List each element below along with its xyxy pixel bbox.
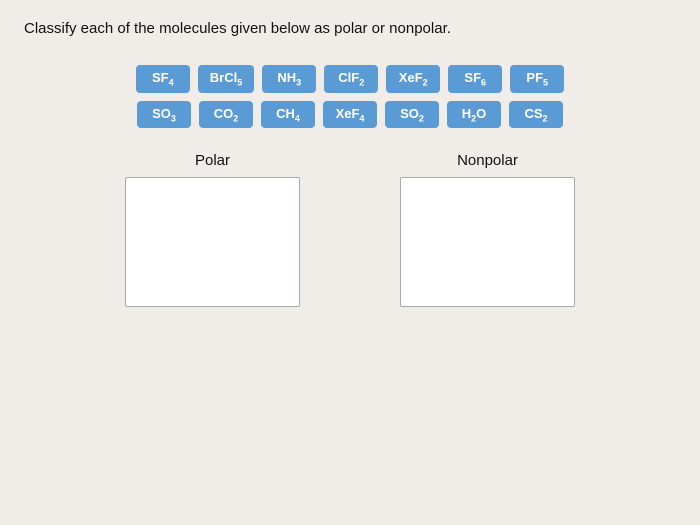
molecule-row-1: SF4 BrCl5 NH3 ClF2 XeF2 SF6 PF5 — [136, 65, 564, 93]
drop-zones-container: Polar Nonpolar — [24, 152, 676, 307]
chip-h2o[interactable]: H2O — [447, 101, 501, 129]
chip-nh3[interactable]: NH3 — [262, 65, 316, 93]
chip-co2[interactable]: CO2 — [199, 101, 253, 129]
instruction-text: Classify each of the molecules given bel… — [24, 20, 676, 37]
chip-so3[interactable]: SO3 — [137, 101, 191, 129]
chip-brcl5[interactable]: BrCl5 — [198, 65, 254, 93]
chip-pf5[interactable]: PF5 — [510, 65, 564, 93]
polar-drop-zone[interactable] — [125, 177, 300, 307]
nonpolar-drop-zone[interactable] — [400, 177, 575, 307]
chip-xef2[interactable]: XeF2 — [386, 65, 440, 93]
main-page: Classify each of the molecules given bel… — [0, 0, 700, 525]
chip-sf6[interactable]: SF6 — [448, 65, 502, 93]
chip-sf4[interactable]: SF4 — [136, 65, 190, 93]
molecules-area: SF4 BrCl5 NH3 ClF2 XeF2 SF6 PF5 SO3 CO2 … — [24, 65, 676, 128]
chip-clf2[interactable]: ClF2 — [324, 65, 378, 93]
nonpolar-container: Nonpolar — [400, 152, 575, 307]
polar-label: Polar — [195, 152, 230, 169]
molecule-row-2: SO3 CO2 CH4 XeF4 SO2 H2O CS2 — [137, 101, 563, 129]
polar-container: Polar — [125, 152, 300, 307]
chip-ch4[interactable]: CH4 — [261, 101, 315, 129]
chip-so2[interactable]: SO2 — [385, 101, 439, 129]
chip-xef4[interactable]: XeF4 — [323, 101, 377, 129]
chip-cs2[interactable]: CS2 — [509, 101, 563, 129]
nonpolar-label: Nonpolar — [457, 152, 518, 169]
